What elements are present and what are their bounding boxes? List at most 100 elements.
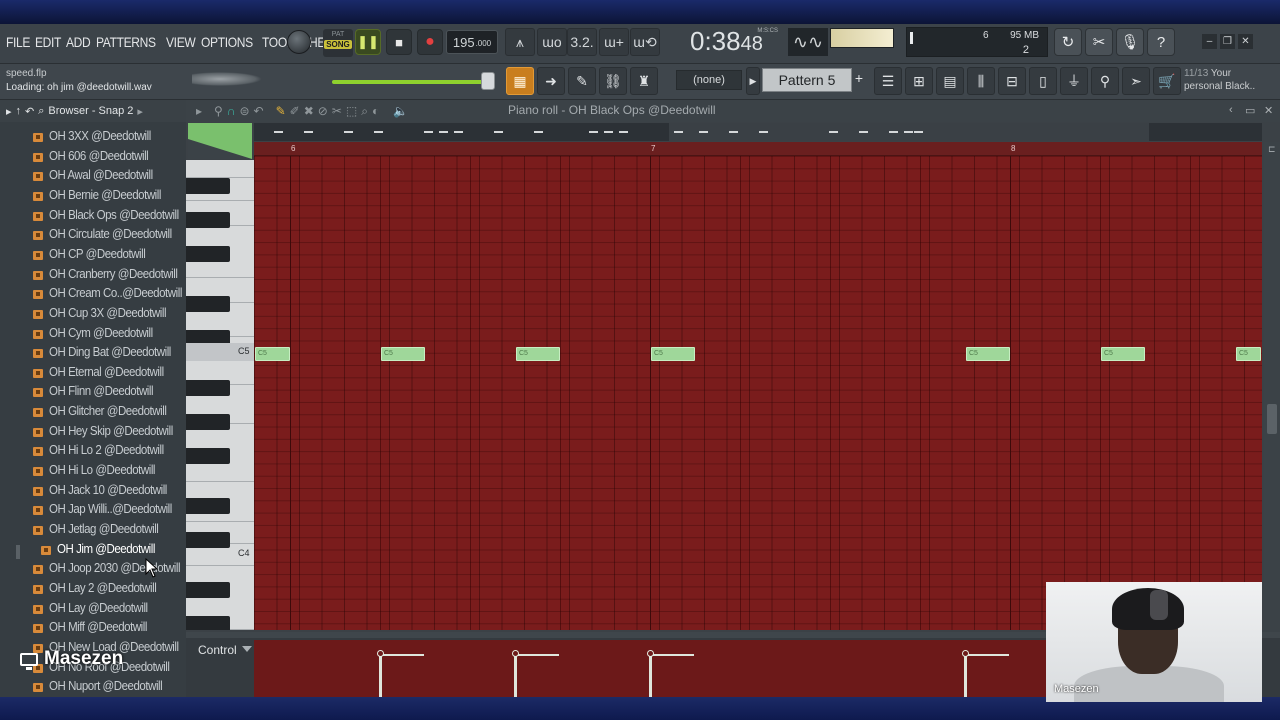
plugin-button[interactable]: ⏚ — [1060, 67, 1088, 95]
velocity-bar[interactable] — [964, 654, 967, 698]
black-key[interactable] — [186, 582, 230, 598]
back-icon[interactable]: ↶ — [25, 105, 34, 118]
minimize-button[interactable]: – — [1202, 34, 1217, 49]
slider-handle[interactable] — [481, 72, 495, 90]
velocity-handle[interactable] — [962, 650, 969, 657]
browser-item[interactable]: OH Miff @Deedotwill — [0, 619, 186, 638]
wait-for-input-button[interactable]: ɯo — [537, 28, 567, 56]
undo-history-button[interactable]: ↻ — [1054, 28, 1082, 56]
browser-item[interactable]: OH Cym @Deedotwill — [0, 325, 186, 344]
mixer-button[interactable]: ⫼ — [967, 67, 995, 95]
menu-file[interactable]: FILE — [6, 34, 30, 50]
piano-roll-toggle-button[interactable]: ▦ — [506, 67, 534, 95]
browser-item[interactable]: OH Hey Skip @Deedotwill — [0, 423, 186, 442]
paint-tool-icon[interactable]: ✐ — [290, 104, 300, 119]
send-button[interactable]: ➣ — [1122, 67, 1150, 95]
velocity-bar[interactable] — [514, 654, 517, 698]
black-key[interactable] — [186, 498, 230, 514]
bar-ruler[interactable]: 6 7 8 — [254, 142, 1262, 156]
black-key[interactable] — [186, 414, 230, 430]
browser-item[interactable]: OH Bernie @Deedotwill — [0, 187, 186, 206]
browser-item[interactable]: OH 3XX @Deedotwill — [0, 128, 186, 147]
browser-button[interactable]: ⊟ — [998, 67, 1026, 95]
piano-roll-button[interactable]: ⊞ — [905, 67, 933, 95]
velocity-bar[interactable] — [649, 654, 652, 698]
tempo-display[interactable]: 195.000 — [446, 30, 498, 54]
song-time-display[interactable]: 0:3848 M:S:CS — [690, 26, 782, 60]
note-c5[interactable]: C5 — [1101, 347, 1145, 361]
note-c5[interactable]: C5 — [255, 347, 290, 361]
browser-item[interactable]: OH Jap Willi..@Deedotwill — [0, 501, 186, 520]
audio-input-button[interactable]: 🎙 — [1116, 28, 1144, 56]
browser-item[interactable]: OH 606 @Deedotwill — [0, 148, 186, 167]
countdown-button[interactable]: 3.2. — [567, 28, 597, 56]
slice-tool-icon[interactable]: ✂ — [332, 104, 342, 119]
note-c5[interactable]: C5 — [381, 347, 425, 361]
white-key[interactable] — [186, 160, 254, 178]
mute-tool-icon[interactable]: ⊘ — [318, 104, 328, 119]
browser-item[interactable]: OH Cranberry @Deedotwill — [0, 266, 186, 285]
browser-item[interactable]: OH Nuport @Deedotwill — [0, 678, 186, 697]
pattern-selector[interactable]: Pattern 5 — [762, 68, 852, 92]
step-edit-button[interactable]: ɯ+ — [599, 28, 629, 56]
menu-patterns[interactable]: PATTERNS — [96, 34, 156, 50]
browser-item[interactable]: OH Flinn @Deedotwill — [0, 383, 186, 402]
help-button[interactable]: ? — [1147, 28, 1175, 56]
browser-item[interactable]: OH CP @Deedotwill — [0, 246, 186, 265]
black-key[interactable] — [186, 212, 230, 228]
black-key[interactable] — [186, 296, 230, 312]
menu-options[interactable]: OPTIONS — [201, 34, 253, 50]
note-c5[interactable]: C5 — [966, 347, 1010, 361]
quantize-icon[interactable]: ⊜ — [239, 104, 249, 119]
pencil-tool-icon[interactable]: ✎ — [276, 104, 286, 119]
piano-roll-close-button[interactable]: ✕ — [1264, 104, 1273, 117]
piano-roll-maximize-button[interactable]: ▭ — [1245, 104, 1255, 117]
magnet-icon[interactable]: ⚲ — [214, 104, 223, 119]
black-key[interactable] — [186, 178, 230, 194]
piano-roll-collapse-button[interactable]: ‹ — [1229, 104, 1233, 116]
browser-item[interactable]: OH Circulate @Deedotwill — [0, 226, 186, 245]
menu-view[interactable]: VIEW — [166, 34, 196, 50]
browser-item[interactable]: OH Hi Lo 2 @Deedotwill — [0, 442, 186, 461]
chevron-right-icon[interactable]: ▸ — [137, 105, 143, 118]
velocity-handle[interactable] — [377, 650, 384, 657]
news-panel[interactable]: 11/13 Your personal Black.. — [1184, 67, 1280, 93]
piano-keyboard[interactable] — [186, 160, 254, 630]
browser-item[interactable]: OH Glitcher @Deedotwill — [0, 403, 186, 422]
search-icon[interactable]: ⌕ — [38, 105, 44, 118]
pattern-prev-button[interactable]: ▶ — [746, 67, 760, 95]
black-key[interactable] — [186, 448, 230, 464]
options-arrow-icon[interactable]: ▸ — [196, 104, 202, 119]
draw-tool-button[interactable]: ✎ — [568, 67, 596, 95]
browser-item[interactable]: OH Jack 10 @Deedotwill — [0, 482, 186, 501]
arrow-button[interactable]: ➜ — [537, 67, 565, 95]
browser-item[interactable]: OH Lay 2 @Deedotwill — [0, 580, 186, 599]
playlist-button[interactable]: ☰ — [874, 67, 902, 95]
note-grid[interactable] — [254, 156, 1262, 630]
velocity-handle[interactable] — [647, 650, 654, 657]
black-key[interactable] — [186, 246, 230, 262]
undo-icon[interactable]: ↶ — [254, 104, 264, 119]
note-c5[interactable]: C5 — [1236, 347, 1261, 361]
add-pattern-button[interactable]: + — [852, 70, 866, 90]
browser-item[interactable]: OH Ding Bat @Deedotwill — [0, 344, 186, 363]
velocity-handle[interactable] — [512, 650, 519, 657]
vertical-scrollbar[interactable]: ⊏ — [1264, 142, 1280, 632]
browser-item[interactable]: OH Jetlag @Deedotwill — [0, 521, 186, 540]
black-key[interactable] — [186, 532, 230, 548]
master-pitch-slider[interactable] — [332, 80, 488, 84]
collapse-arrow-icon[interactable]: ▸ — [6, 105, 12, 118]
up-arrow-icon[interactable]: ↑ — [16, 105, 22, 117]
playback-tool-icon[interactable]: ◐ — [372, 104, 379, 119]
play-pause-button[interactable]: ❚❚ — [355, 29, 381, 55]
record-button[interactable]: ● — [417, 29, 443, 55]
link-button[interactable]: ⛓ — [599, 67, 627, 95]
loop-record-button[interactable]: ɯ⟲ — [630, 28, 660, 56]
browser-item[interactable]: OH Lay @Deedotwill — [0, 600, 186, 619]
browser-item[interactable]: OH Cup 3X @Deedotwill — [0, 305, 186, 324]
browser-item[interactable]: OH Eternal @Deedotwill — [0, 364, 186, 383]
black-key[interactable] — [186, 616, 230, 630]
note-c5[interactable]: C5 — [516, 347, 560, 361]
menu-edit[interactable]: EDIT — [35, 34, 61, 50]
browser-item[interactable]: OH Cream Co..@Deedotwill — [0, 285, 186, 304]
